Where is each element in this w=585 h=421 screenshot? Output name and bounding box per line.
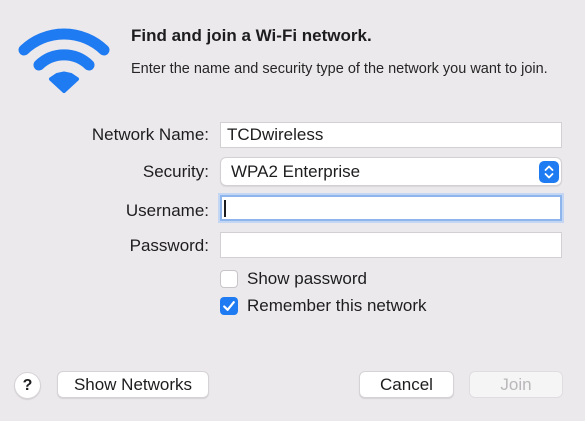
username-label: Username: bbox=[125, 201, 209, 220]
show-password-checkbox[interactable] bbox=[220, 270, 238, 288]
password-label: Password: bbox=[129, 236, 209, 255]
cancel-button[interactable]: Cancel bbox=[359, 371, 454, 398]
network-name-label: Network Name: bbox=[91, 125, 209, 144]
security-selected-value: WPA2 Enterprise bbox=[231, 162, 361, 181]
remember-network-label: Remember this network bbox=[247, 296, 427, 315]
text-caret bbox=[224, 200, 226, 217]
security-label: Security: bbox=[142, 162, 209, 181]
join-button[interactable]: Join bbox=[469, 371, 563, 398]
dialog-description: Enter the name and security type of the … bbox=[131, 61, 548, 77]
remember-network-checkbox[interactable] bbox=[220, 297, 238, 315]
show-password-label: Show password bbox=[247, 269, 368, 288]
dialog-title: Find and join a Wi-Fi network. bbox=[131, 26, 372, 45]
network-name-field[interactable] bbox=[220, 122, 562, 148]
help-button[interactable]: ? bbox=[14, 372, 41, 399]
wifi-icon bbox=[18, 28, 110, 93]
password-field[interactable] bbox=[220, 232, 562, 258]
security-select[interactable]: WPA2 Enterprise bbox=[220, 157, 562, 186]
wifi-join-dialog: Find and join a Wi-Fi network. Enter the… bbox=[0, 0, 585, 421]
username-field[interactable] bbox=[220, 195, 562, 221]
checkmark-icon bbox=[223, 301, 235, 311]
chevron-up-down-icon bbox=[539, 161, 559, 183]
show-networks-button[interactable]: Show Networks bbox=[57, 371, 209, 398]
